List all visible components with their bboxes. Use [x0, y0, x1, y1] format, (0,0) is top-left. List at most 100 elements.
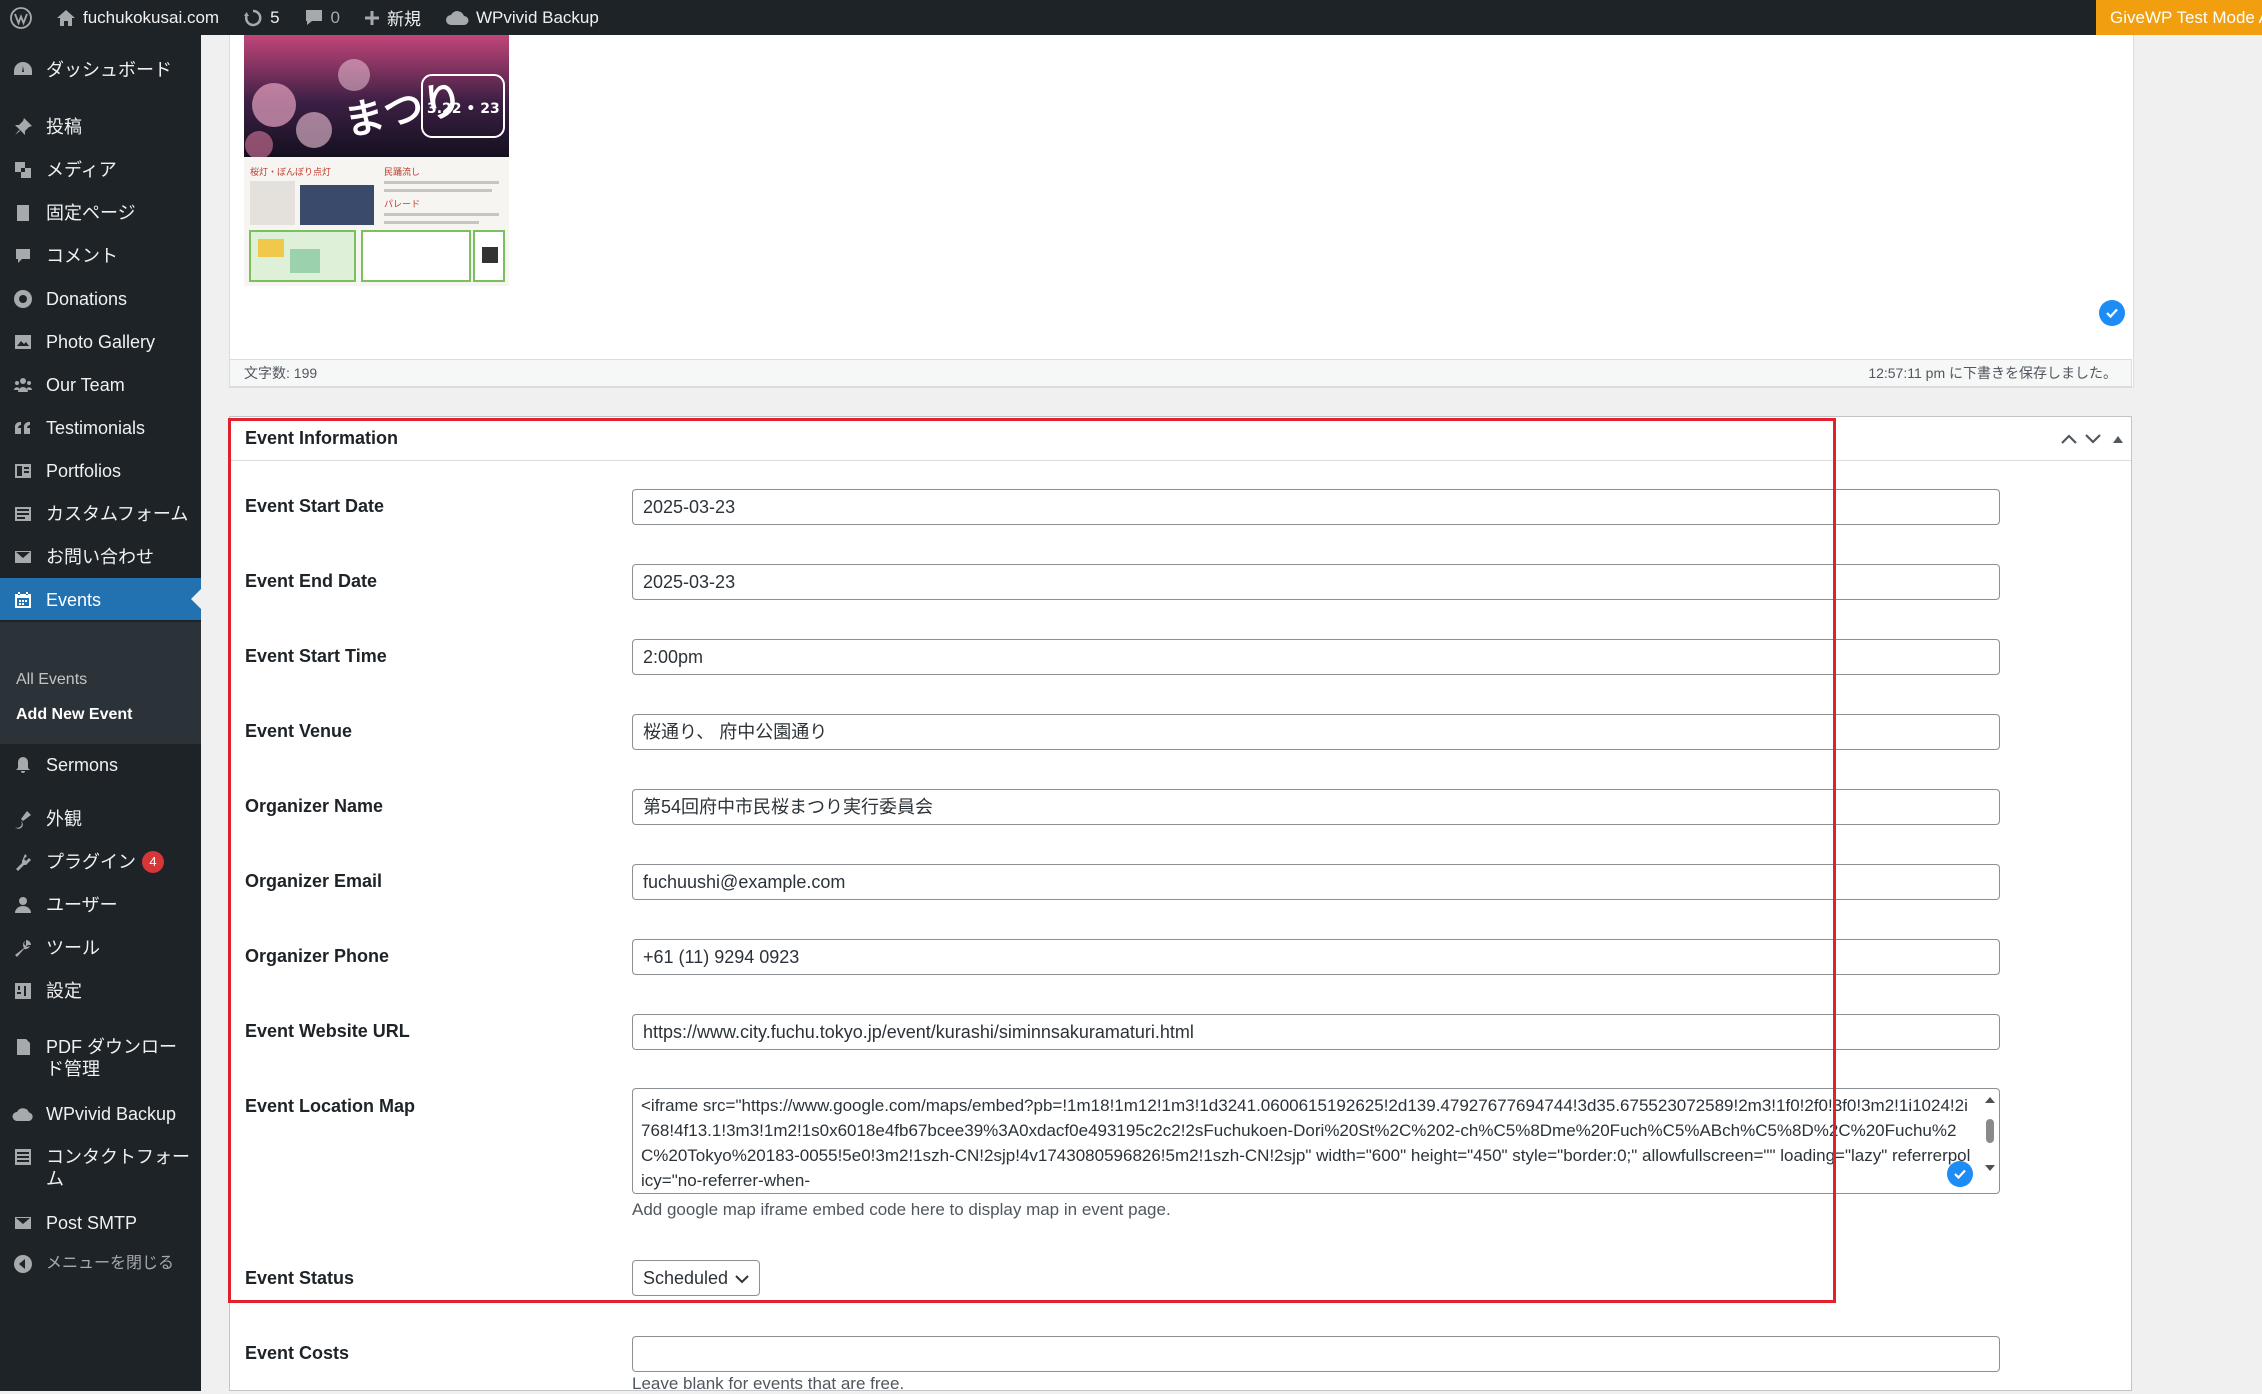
submenu-all-events[interactable]: All Events [16, 671, 87, 689]
menu-label: お問い合わせ [46, 547, 154, 567]
label-event-start-time: Event Start Time [245, 646, 387, 666]
menu-our-team[interactable]: Our Team [0, 374, 201, 396]
map-embed-code: <iframe src="https://www.google.com/maps… [641, 1096, 1971, 1190]
menu-label: カスタムフォーム [46, 504, 189, 524]
organizer-phone-input[interactable]: +61 (11) 9294 0923 [632, 939, 2000, 975]
metabox-title: Event Information [245, 428, 399, 448]
menu-label: Donations [46, 289, 128, 309]
menu-dashboard[interactable]: ダッシュボード [0, 59, 201, 81]
menu-label: プラグイン [46, 852, 136, 872]
givewp-test-mode-badge[interactable]: GiveWP Test Mode Active [2096, 0, 2262, 35]
wrench-icon [12, 937, 34, 959]
comments-count: 0 [330, 7, 341, 27]
quote-icon [12, 417, 34, 439]
menu-contact-form[interactable]: コンタクトフォーム [0, 1146, 190, 1190]
menu-label: 設定 [46, 981, 82, 1001]
chevron-up-icon [2061, 434, 2077, 444]
menu-label: Photo Gallery [46, 332, 156, 352]
wordpress-icon [10, 6, 32, 29]
organizer-email-input[interactable]: fuchuushi@example.com [632, 864, 2000, 900]
menu-label: Portfolios [46, 461, 122, 481]
pin-icon [12, 116, 34, 138]
chevron-down-icon [2085, 434, 2101, 444]
event-status-value: Scheduled [643, 1267, 729, 1288]
site-name-menu[interactable]: fuchukokusai.com [44, 0, 231, 35]
comment-bubble-icon [305, 9, 322, 25]
plus-icon [365, 10, 380, 25]
bell-icon [12, 754, 34, 776]
updates-count: 5 [270, 7, 280, 27]
menu-wpvivid[interactable]: WPvivid Backup [0, 1103, 201, 1125]
toggle-panel-button[interactable] [2108, 429, 2128, 449]
event-information-metabox: Event Information [229, 416, 2132, 1391]
cloud-icon [446, 10, 469, 25]
updates-menu[interactable]: 5 [231, 0, 291, 35]
wpvivid-menu[interactable]: WPvivid Backup [433, 0, 611, 35]
grammar-check-icon[interactable] [1947, 1161, 1973, 1187]
menu-settings[interactable]: 設定 [0, 980, 201, 1002]
menu-comments[interactable]: コメント [0, 245, 201, 267]
grammar-check-icon[interactable] [2099, 300, 2125, 326]
menu-photo-gallery[interactable]: Photo Gallery [0, 331, 201, 353]
donations-icon [12, 288, 34, 310]
post-content-editor[interactable]: まつり 3.22 • 23 桜灯・ぼんぼり点灯 民踊流し パレード [229, 35, 2134, 388]
event-status-select[interactable]: Scheduled [632, 1260, 760, 1296]
menu-custom-form[interactable]: カスタムフォーム [0, 503, 201, 525]
menu-appearance[interactable]: 外観 [0, 808, 201, 830]
menu-events[interactable]: Events [0, 578, 201, 620]
event-website-url-input[interactable]: https://www.city.fuchu.tokyo.jp/event/ku… [632, 1014, 2000, 1050]
event-start-time-input[interactable]: 2:00pm [632, 639, 2000, 675]
submenu-add-new-event[interactable]: Add New Event [16, 706, 132, 724]
menu-users[interactable]: ユーザー [0, 894, 201, 916]
gallery-icon [12, 331, 34, 353]
menu-pdf-download[interactable]: PDF ダウンロード管理 [0, 1036, 190, 1080]
move-down-button[interactable] [2083, 429, 2103, 449]
menu-plugins[interactable]: プラグイン 4 [0, 851, 201, 873]
event-costs-input[interactable] [632, 1336, 2000, 1372]
event-venue-input[interactable]: 桜通り、 府中公園通り [632, 714, 2000, 750]
menu-tools[interactable]: ツール [0, 937, 201, 959]
menu-label: Events [46, 590, 102, 610]
menu-donations[interactable]: Donations [0, 288, 201, 310]
brush-icon [12, 808, 34, 830]
menu-label: 固定ページ [46, 203, 136, 223]
word-count: 文字数: 199 [244, 365, 318, 381]
menu-sermons[interactable]: Sermons [0, 754, 201, 776]
menu-pages[interactable]: 固定ページ [0, 202, 201, 224]
poster-section-3: パレード [384, 199, 420, 210]
move-up-button[interactable] [2059, 429, 2079, 449]
event-end-date-input[interactable]: 2025-03-23 [632, 564, 2000, 600]
wordpress-logo-menu[interactable] [0, 0, 44, 35]
poster-dates: 3.22 • 23 [427, 101, 500, 117]
textarea-scrollbar[interactable] [1983, 1093, 1997, 1189]
plugin-update-badge: 4 [142, 851, 164, 873]
menu-post-smtp[interactable]: Post SMTP [0, 1212, 201, 1234]
home-icon [57, 9, 75, 26]
user-icon [12, 894, 34, 916]
event-start-date-input[interactable]: 2025-03-23 [632, 489, 2000, 525]
new-label: 新規 [387, 10, 422, 29]
menu-contact[interactable]: お問い合わせ [0, 546, 201, 568]
menu-label: Sermons [46, 755, 119, 775]
calendar-icon [12, 589, 34, 611]
event-poster-image: まつり 3.22 • 23 桜灯・ぼんぼり点灯 民踊流し パレード [244, 35, 509, 286]
comments-menu[interactable]: 0 [292, 0, 352, 35]
menu-testimonials[interactable]: Testimonials [0, 417, 201, 439]
event-location-map-textarea[interactable]: <iframe src="https://www.google.com/maps… [632, 1088, 2000, 1194]
dashboard-icon [12, 59, 34, 81]
mail-icon [12, 546, 34, 568]
menu-portfolios[interactable]: Portfolios [0, 460, 201, 482]
menu-media[interactable]: メディア [0, 159, 201, 181]
new-content-menu[interactable]: 新規 [352, 0, 433, 35]
admin-sidebar: All Events Add New Event ダッシュボード 投稿 メディア… [0, 35, 201, 1391]
menu-collapse[interactable]: メニューを閉じる [0, 1253, 201, 1275]
portfolio-icon [12, 460, 34, 482]
menu-posts[interactable]: 投稿 [0, 116, 201, 138]
menu-label: ツール [46, 938, 100, 958]
metabox-header: Event Information [230, 417, 2131, 461]
organizer-name-input[interactable]: 第54回府中市民桜まつり実行委員会 [632, 789, 2000, 825]
menu-label: Our Team [46, 375, 125, 395]
label-organizer-phone: Organizer Phone [245, 946, 390, 966]
menu-label: ユーザー [46, 895, 118, 915]
comment-icon [12, 245, 34, 267]
